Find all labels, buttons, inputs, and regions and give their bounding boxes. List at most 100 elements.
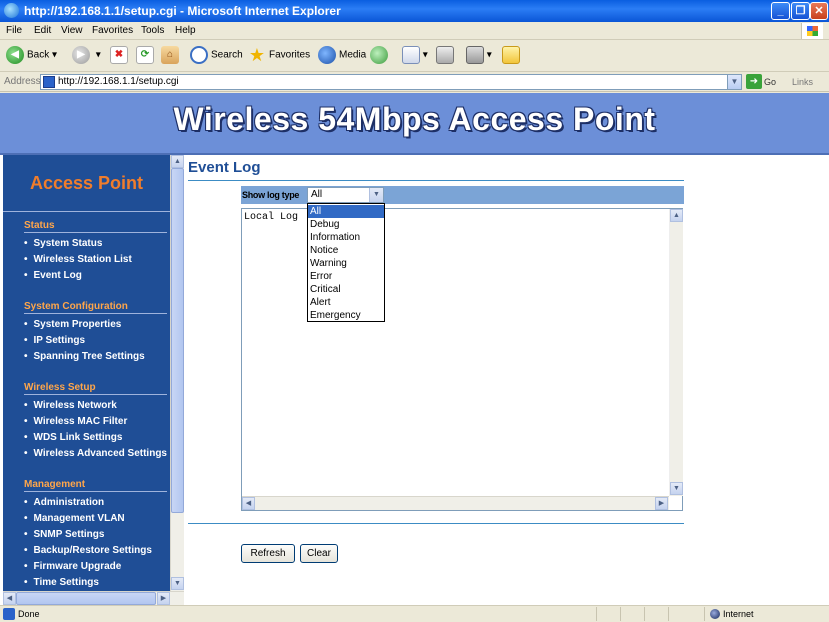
chevron-down-icon[interactable]: ▼	[369, 188, 383, 202]
security-zone: Internet	[723, 609, 754, 619]
address-dropdown-icon[interactable]: ▼	[727, 75, 741, 89]
sidebar-item-event-log[interactable]: Event Log	[24, 270, 82, 281]
window-title: http://192.168.1.1/setup.cgi - Microsoft…	[24, 4, 341, 18]
log-type-option[interactable]: Information	[308, 231, 384, 244]
mail-button[interactable]: ▾	[402, 46, 428, 66]
page-icon	[43, 76, 55, 88]
sidebar-item-ip-settings[interactable]: IP Settings	[24, 335, 86, 346]
log-type-option[interactable]: Emergency	[308, 309, 384, 322]
edit-button[interactable]: ▾	[466, 46, 492, 66]
scroll-up-icon[interactable]: ▲	[670, 209, 683, 222]
sidebar-item-firmware-upgrade[interactable]: Firmware Upgrade	[24, 561, 122, 572]
scroll-left-icon[interactable]: ◀	[3, 592, 16, 605]
refresh-button[interactable]: Refresh	[241, 544, 295, 563]
sidebar-item-management-vlan[interactable]: Management VLAN	[24, 513, 125, 524]
sidebar-item-wireless-mac-filter[interactable]: Wireless MAC Filter	[24, 416, 128, 427]
scroll-down-icon[interactable]: ▼	[670, 482, 683, 495]
forward-button[interactable]: ▶ ▾	[72, 46, 101, 66]
back-button[interactable]: ◀ Back ▾	[6, 46, 57, 66]
print-icon	[436, 46, 454, 64]
sidebar-item-system-properties[interactable]: System Properties	[24, 319, 122, 330]
log-type-option[interactable]: Warning	[308, 257, 384, 270]
log-type-option[interactable]: Error	[308, 270, 384, 283]
folder-icon	[502, 46, 520, 64]
search-icon	[190, 46, 208, 64]
log-type-option[interactable]: Debug	[308, 218, 384, 231]
scroll-right-icon[interactable]: ▶	[655, 497, 668, 510]
menu-favorites[interactable]: Favorites	[92, 25, 133, 36]
history-icon	[370, 46, 388, 64]
header-banner: Wireless 54Mbps Access Point	[0, 93, 829, 155]
globe-icon	[710, 609, 720, 619]
bottom-divider	[188, 523, 684, 524]
scroll-left-icon[interactable]: ◀	[242, 497, 255, 510]
history-button[interactable]	[370, 46, 391, 66]
address-input[interactable]: http://192.168.1.1/setup.cgi ▼	[40, 74, 742, 90]
menu-file[interactable]: File	[6, 25, 22, 36]
go-arrow-icon[interactable]: ➜	[746, 74, 762, 89]
section-status[interactable]: Status	[24, 220, 167, 233]
close-button[interactable]: ✕	[810, 2, 828, 20]
sidebar-item-backup-restore-settings[interactable]: Backup/Restore Settings	[24, 545, 152, 556]
media-button[interactable]: Media	[318, 46, 366, 66]
home-button[interactable]: ⌂	[161, 46, 179, 66]
sidebar-hscroll-thumb[interactable]	[16, 592, 156, 605]
scroll-right-icon[interactable]: ▶	[157, 592, 170, 605]
status-bar: Done Internet	[0, 605, 829, 622]
sidebar-item-time-settings[interactable]: Time Settings	[24, 577, 99, 588]
log-scrollbar[interactable]: ▲ ▼	[669, 209, 683, 496]
menu-edit[interactable]: Edit	[34, 25, 51, 36]
section-wireless-setup[interactable]: Wireless Setup	[24, 382, 167, 395]
print-button[interactable]	[436, 46, 454, 66]
minimize-button[interactable]: _	[771, 2, 790, 20]
log-type-option[interactable]: Critical	[308, 283, 384, 296]
page-viewport: Wireless 54Mbps Access Point Access Poin…	[0, 93, 829, 605]
go-button[interactable]: Go	[764, 77, 776, 87]
status-panel	[644, 607, 645, 621]
menu-help[interactable]: Help	[175, 25, 196, 36]
clear-button[interactable]: Clear	[300, 544, 338, 563]
sidebar-item-snmp-settings[interactable]: SNMP Settings	[24, 529, 105, 540]
section-management[interactable]: Management	[24, 479, 167, 492]
stop-icon: ✖	[110, 46, 128, 64]
folder-button[interactable]	[502, 46, 520, 66]
refresh-button[interactable]: ⟳	[136, 46, 154, 66]
forward-icon: ▶	[72, 46, 90, 64]
maximize-button[interactable]: ❐	[791, 2, 810, 20]
sidebar-hscrollbar[interactable]: ◀ ▶	[3, 591, 184, 605]
home-icon: ⌂	[161, 46, 179, 64]
log-type-label: Show log type	[242, 190, 300, 200]
sidebar-item-system-status[interactable]: System Status	[24, 238, 103, 249]
sidebar-scrollbar[interactable]: ▲ ▼	[170, 155, 184, 591]
sidebar-item-administration[interactable]: Administration	[24, 497, 105, 508]
menu-view[interactable]: View	[61, 25, 83, 36]
favorites-button[interactable]: ★ Favorites	[248, 46, 310, 66]
scroll-down-icon[interactable]: ▼	[171, 577, 184, 590]
sidebar-item-wireless-station-list[interactable]: Wireless Station List	[24, 254, 132, 265]
banner-title: Wireless 54Mbps Access Point	[173, 101, 656, 137]
stop-button[interactable]: ✖	[110, 46, 128, 66]
windows-flag-icon	[801, 23, 823, 39]
scroll-up-icon[interactable]: ▲	[171, 155, 184, 168]
log-type-select[interactable]: All ▼	[307, 187, 384, 203]
log-hscrollbar[interactable]: ◀ ▶	[242, 496, 669, 510]
sidebar-item-spanning-tree-settings[interactable]: Spanning Tree Settings	[24, 351, 145, 362]
divider	[3, 211, 170, 212]
log-type-option[interactable]: All	[308, 205, 384, 218]
address-bar: Address http://192.168.1.1/setup.cgi ▼ ➜…	[0, 72, 829, 92]
status-panel	[668, 607, 669, 621]
sidebar-item-wds-link-settings[interactable]: WDS Link Settings	[24, 432, 123, 443]
section-system-configuration[interactable]: System Configuration	[24, 301, 167, 314]
sidebar-item-wireless-advanced-settings[interactable]: Wireless Advanced Settings	[24, 448, 167, 459]
address-url: http://192.168.1.1/setup.cgi	[58, 76, 179, 87]
log-type-dropdown: All Debug Information Notice Warning Err…	[307, 203, 385, 322]
search-button[interactable]: Search	[190, 46, 243, 66]
log-type-option[interactable]: Alert	[308, 296, 384, 309]
menu-tools[interactable]: Tools	[141, 25, 164, 36]
sidebar-item-wireless-network[interactable]: Wireless Network	[24, 400, 117, 411]
links-button[interactable]: Links	[792, 77, 813, 87]
log-type-option[interactable]: Notice	[308, 244, 384, 257]
log-text: Local Log	[244, 212, 299, 223]
sidebar-scroll-thumb[interactable]	[171, 168, 184, 513]
mail-icon	[402, 46, 420, 64]
